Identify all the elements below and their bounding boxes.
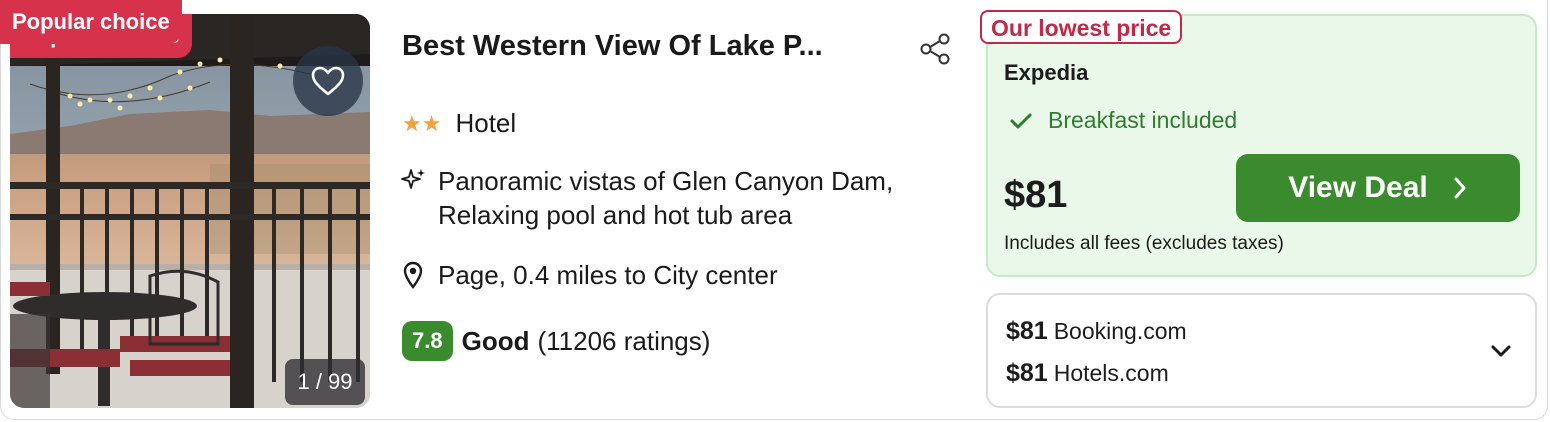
- rating-word: Good: [461, 325, 530, 356]
- save-favorite-button[interactable]: [293, 46, 363, 116]
- hotel-title[interactable]: Best Western View Of Lake P...: [402, 30, 823, 63]
- share-button[interactable]: [918, 32, 952, 66]
- sparkle-icon: [401, 169, 425, 189]
- fees-note: Includes all fees (excludes taxes): [1004, 233, 1284, 254]
- location-text: Page, 0.4 miles to City center: [438, 260, 778, 290]
- deal-provider: Expedia: [1004, 60, 1089, 85]
- location-row: Page, 0.4 miles to City center: [402, 258, 778, 292]
- chevron-right-icon: [1454, 177, 1466, 199]
- hotel-type: Hotel: [455, 108, 517, 138]
- rating-score-badge: 7.8: [402, 321, 453, 361]
- offer-price: $81: [1006, 359, 1048, 387]
- chevron-down-icon[interactable]: [1489, 339, 1513, 363]
- popular-choice-badge-overlay: Popular choice: [0, 0, 182, 44]
- other-offers-panel[interactable]: $81 Booking.com $81 Hotels.com: [986, 293, 1537, 408]
- offer-row[interactable]: $81 Booking.com: [1006, 317, 1187, 346]
- share-icon: [920, 33, 950, 65]
- view-deal-label: View Deal: [1288, 171, 1428, 204]
- offer-provider: Booking.com: [1053, 318, 1187, 344]
- map-pin-icon: [403, 261, 423, 289]
- hotel-photo[interactable]: Popular choice 1 / 99: [10, 14, 370, 408]
- offer-provider: Hotels.com: [1053, 360, 1169, 386]
- view-deal-button[interactable]: View Deal: [1236, 154, 1520, 222]
- deal-price: $81: [1004, 174, 1068, 216]
- check-icon: [1010, 113, 1032, 128]
- highlight-line-1: Panoramic vistas of Glen Canyon Dam,: [438, 166, 894, 196]
- hotel-class-row: ★★ Hotel: [402, 108, 516, 139]
- rating-count: (11206 ratings): [537, 325, 711, 356]
- amenity-row: Breakfast included: [1010, 107, 1237, 134]
- offer-price: $81: [1006, 317, 1048, 345]
- heart-icon: [311, 66, 345, 96]
- photo-counter: 1 / 99: [285, 359, 365, 405]
- highlights-row: Panoramic vistas of Glen Canyon Dam, Rel…: [400, 164, 893, 232]
- lowest-price-tag: Our lowest price: [980, 10, 1183, 44]
- star-icon: ★★: [402, 110, 442, 136]
- highlight-line-2: Relaxing pool and hot tub area: [438, 200, 793, 230]
- rating-row[interactable]: 7.8 Good (11206 ratings): [402, 321, 710, 361]
- offer-row[interactable]: $81 Hotels.com: [1006, 359, 1169, 388]
- amenity-text: Breakfast included: [1048, 107, 1238, 133]
